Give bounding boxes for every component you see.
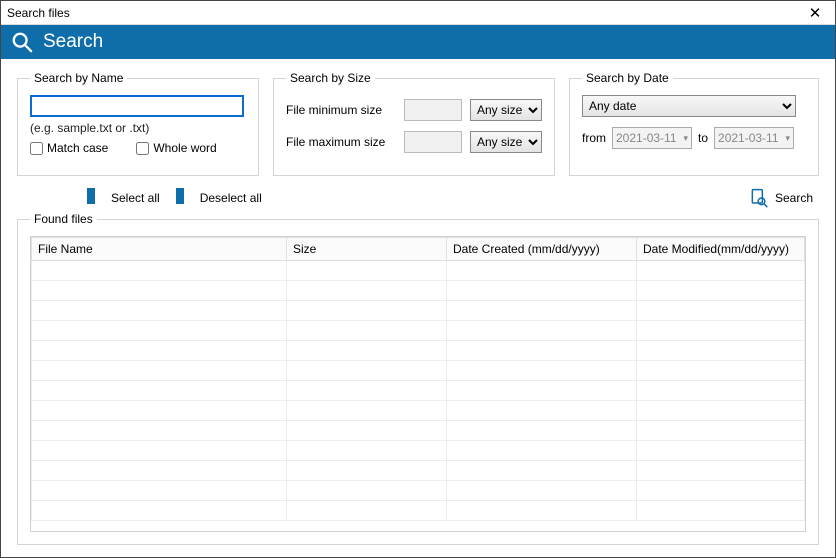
col-date-modified[interactable]: Date Modified(mm/dd/yyyy) [637,238,805,261]
search-by-name-group: Search by Name (e.g. sample.txt or .txt)… [17,71,259,176]
table-row[interactable] [32,481,805,501]
table-row[interactable] [32,401,805,421]
table-row[interactable] [32,301,805,321]
table-row[interactable] [32,261,805,281]
table-row[interactable] [32,441,805,461]
search-by-name-legend: Search by Name [30,71,127,85]
search-by-date-group: Search by Date Any date from 2021-03-11▾… [569,71,819,176]
min-size-label: File minimum size [286,103,396,117]
results-body [32,261,805,521]
table-row[interactable] [32,361,805,381]
select-all-button[interactable]: Select all [87,189,160,207]
col-size[interactable]: Size [287,238,447,261]
table-row[interactable] [32,461,805,481]
results-grid[interactable]: File Name Size Date Created (mm/dd/yyyy)… [30,236,806,532]
found-files-group: Found files File Name Size Date Created … [17,212,819,545]
max-size-input[interactable] [404,131,462,153]
max-size-unit-select[interactable]: Any size [470,131,542,153]
to-label: to [698,131,708,145]
table-row[interactable] [32,281,805,301]
deselect-all-icon [176,189,194,207]
match-case-checkbox[interactable]: Match case [30,141,108,155]
search-document-icon [749,188,769,208]
chevron-down-icon: ▾ [785,133,790,144]
select-all-icon [87,189,105,207]
col-date-created[interactable]: Date Created (mm/dd/yyyy) [447,238,637,261]
min-size-input[interactable] [404,99,462,121]
found-files-legend: Found files [30,212,97,226]
table-row[interactable] [32,321,805,341]
titlebar: Search files ✕ [1,1,835,25]
table-row[interactable] [32,381,805,401]
search-by-date-legend: Search by Date [582,71,673,85]
window-title: Search files [7,6,801,20]
chevron-down-icon: ▾ [683,133,688,144]
search-by-size-group: Search by Size File minimum size Any siz… [273,71,555,176]
table-row[interactable] [32,341,805,361]
banner-title: Search [43,31,103,53]
whole-word-checkbox[interactable]: Whole word [136,141,216,155]
date-mode-select[interactable]: Any date [582,95,796,117]
min-size-unit-select[interactable]: Any size [470,99,542,121]
max-size-label: File maximum size [286,135,396,149]
close-icon[interactable]: ✕ [801,4,829,22]
name-input[interactable] [30,95,244,117]
col-file-name[interactable]: File Name [32,238,287,261]
name-hint: (e.g. sample.txt or .txt) [30,121,246,135]
from-label: from [582,131,606,145]
to-date-input[interactable]: 2021-03-11▾ [714,127,794,149]
search-icon [11,31,33,53]
deselect-all-button[interactable]: Deselect all [176,189,262,207]
search-by-size-legend: Search by Size [286,71,375,85]
search-button[interactable]: Search [749,188,813,208]
from-date-input[interactable]: 2021-03-11▾ [612,127,692,149]
table-row[interactable] [32,501,805,521]
table-row[interactable] [32,421,805,441]
banner: Search [1,25,835,59]
